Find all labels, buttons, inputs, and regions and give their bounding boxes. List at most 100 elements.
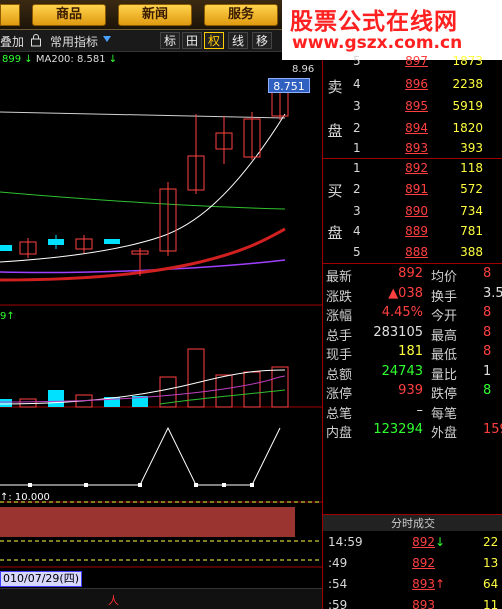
tick-time: 14:59 [328,535,363,549]
stat-value-secondary: 8 [483,344,492,359]
lock-icon[interactable] [30,33,42,50]
stat-value: 181 [398,344,423,359]
watermark-url: www.gszx.com.cn [292,33,463,53]
buy-level: 2 [353,182,361,196]
stat-label-secondary: 量比 [431,367,458,383]
sell-row-5[interactable]: 5 897 1873 [323,54,502,74]
volume-readout: 9↑ [0,311,15,322]
tick-volume: 13 [483,556,499,570]
stat-label-secondary: 换手 [431,289,458,305]
stat-label: 最新 [326,270,353,285]
stat-value: ▲038 [388,285,423,301]
stat-label: 总笔 [326,406,353,422]
ma-readout-label: MA200: 8.581 [35,54,106,65]
stat-label-secondary: 每笔 [431,406,458,422]
toolbar-button-rights[interactable]: 权 [204,32,225,49]
toolbar-button-grid[interactable]: 田 [182,32,203,49]
chart-toolbar: 叠加 常用指标 标 田 权 线 移 [0,30,282,52]
stat-row: 涨跌 ▲038 换手 3.5 [323,286,502,305]
buy-level: 5 [353,245,361,259]
sell-price: 896 [405,77,428,91]
buy-volume: 118 [460,161,483,175]
stat-value-secondary: 8 [483,305,492,320]
watermark-title: 股票公式在线网 [290,9,458,35]
ma-readout-arrow-2: ↓ [108,54,118,65]
sell-volume: 5919 [452,99,483,113]
stat-value-secondary: 1 [483,363,492,379]
sell-row-3[interactable]: 3 895 5919 [323,99,502,119]
tick-row[interactable]: :54 893 ↑ 64 [323,577,502,597]
sell-level: 1 [353,141,361,155]
stat-label-secondary: 外盘 [431,426,458,441]
overlay-button[interactable]: 叠加 [0,33,24,50]
buy-volume: 781 [460,224,483,238]
buy-price: 888 [405,245,428,259]
buy-volume: 388 [460,245,483,259]
triangle-down-icon[interactable] [102,32,112,49]
buy-row-5[interactable]: 5 888 388 [323,245,502,265]
sell-volume: 1873 [452,54,483,68]
sell-level: 3 [353,99,361,113]
stat-label: 现手 [326,348,353,363]
tick-row[interactable]: :49 892 13 [323,556,502,576]
stat-row: 总笔 – 每笔 [323,403,502,422]
indicator-line [0,426,281,487]
ma-readout-arrow: ↓ [24,54,33,65]
sell-row-4[interactable]: 4 896 2238 [323,77,502,97]
sell-volume: 393 [460,141,483,155]
tick-price: 893 [412,577,435,591]
indicator-selector[interactable]: 常用指标 [50,33,98,50]
toolbar-button-line[interactable]: 线 [228,32,249,49]
toolbar-button-move[interactable]: 移 [252,32,273,49]
volume-bars [0,348,289,408]
buy-price: 892 [405,161,428,175]
current-price-tag: 8.751 [268,78,310,93]
stat-value: – [416,402,424,418]
menu-button-service[interactable]: 服务 [204,4,278,26]
stat-value-secondary: 8 [483,383,492,398]
high-price-label: 8.96 [292,64,315,75]
stat-label-secondary: 均价 [431,270,458,285]
buy-price: 891 [405,182,428,196]
quote-panel: 卖 盘 5 897 1873 4 896 2238 3 895 5919 2 8… [322,54,502,609]
menu-stub-button[interactable] [0,4,20,26]
stat-value: 123294 [373,422,423,437]
buy-level: 3 [353,204,361,218]
stat-label: 内盘 [326,426,353,441]
sell-price: 894 [405,121,428,135]
stat-row: 涨停 939 跌停 8 [323,383,502,402]
menu-button-news[interactable]: 新闻 [118,4,192,26]
stat-label: 总手 [326,328,353,344]
sell-level: 4 [353,77,361,91]
tick-row[interactable]: :59 893 11 [323,598,502,609]
sell-volume: 1820 [452,121,483,135]
buy-row-4[interactable]: 4 889 781 [323,224,502,244]
arrow-down-icon: ↓ [435,535,446,549]
stat-label-secondary: 最高 [431,328,458,344]
buy-row-1[interactable]: 1 892 118 [323,161,502,181]
buy-price: 889 [405,224,428,238]
tick-list-header[interactable]: 分时成交 [323,514,502,531]
tick-time: :49 [328,556,348,570]
buy-row-3[interactable]: 3 890 734 [323,204,502,224]
stat-row: 最新 892 均价 8 [323,266,502,285]
stat-value: 4.45% [381,305,423,320]
stats-divider [323,263,502,264]
menu-button-goods[interactable]: 商品 [32,4,106,26]
buy-row-2[interactable]: 2 891 572 [323,182,502,202]
sell-level: 5 [353,54,361,68]
bottom-marker: 人 [108,594,119,607]
stat-label-secondary: 最低 [431,348,458,363]
tick-row[interactable]: 14:59 892 ↓ 22 [323,535,502,555]
stat-value: 24743 [381,363,423,379]
stat-value-secondary: 3.5 [483,285,502,301]
indicator-band [0,507,295,537]
sell-row-2[interactable]: 2 894 1820 [323,121,502,141]
stat-value-secondary: 1598 [483,422,502,437]
stat-label-secondary: 跌停 [431,387,458,402]
stat-value: 892 [398,266,423,281]
stat-row: 内盘 123294 外盘 1598 [323,422,502,441]
toolbar-button-mark[interactable]: 标 [160,32,181,49]
ma-readout-value: 899 [2,54,22,65]
buy-level: 4 [353,224,361,238]
